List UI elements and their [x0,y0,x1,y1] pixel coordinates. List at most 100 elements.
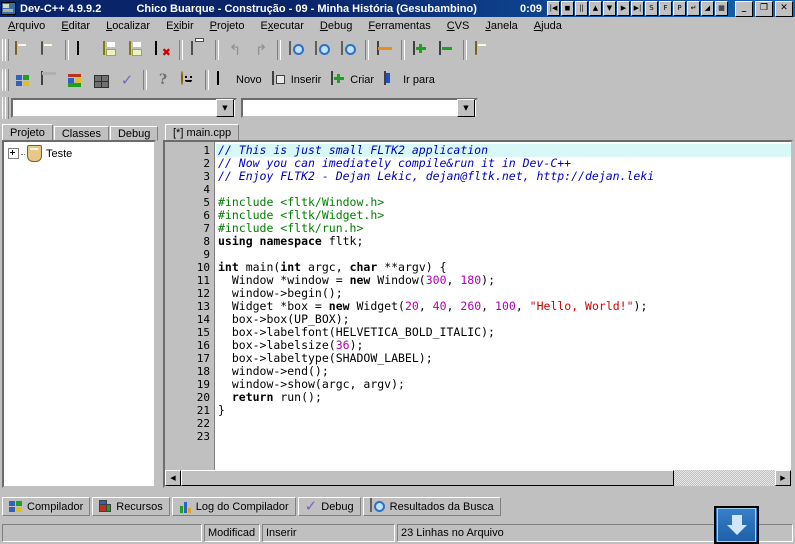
code-token: "Hello, World!" [529,299,634,313]
add-to-project-button[interactable] [409,39,433,62]
help-button[interactable]: ? [151,69,175,92]
menu-debug[interactable]: Debug [312,18,360,34]
skin-button[interactable]: ◢ [701,1,714,16]
toolbar-grip[interactable] [1,68,9,92]
class-browser-combo[interactable]: ▼ [11,98,237,118]
create-button-label: Criar [350,74,375,86]
combo-grip[interactable] [1,96,9,120]
pause-button[interactable]: || [575,1,588,16]
compile-button[interactable] [11,69,35,92]
find-next-button[interactable] [311,39,335,62]
code-line[interactable] [216,417,791,430]
stop-button[interactable]: ◼ [561,1,574,16]
scrollbar-thumb[interactable] [181,470,675,486]
menu-executar[interactable]: Executar [252,18,311,34]
chevron-down-icon[interactable]: ▼ [457,99,475,117]
goto-button[interactable]: Ir para [380,69,439,92]
menu-cvs[interactable]: CVS [439,18,478,34]
code-line[interactable]: } [216,404,791,417]
editor-horizontal-scrollbar[interactable]: ◀ ▶ [165,470,791,486]
syntax-check-button[interactable]: ✓ [115,69,139,92]
equalizer-button[interactable]: ▦ [715,1,728,16]
redo-button[interactable]: ↱ [249,39,273,62]
find-button[interactable] [285,39,309,62]
prev-track-button[interactable]: |◀ [547,1,560,16]
bottom-tab-recursos[interactable]: Recursos [92,497,170,516]
repeat-button[interactable]: ↵ [687,1,700,16]
chevron-down-icon[interactable]: ▼ [216,99,234,117]
bottom-tab-compilador[interactable]: Compilador [2,497,91,516]
toolbar-grip[interactable] [1,38,9,62]
scrollbar-track[interactable] [181,470,775,486]
new-button[interactable]: Novo [213,69,266,92]
tree-node-label: Teste [46,147,73,160]
bottom-tab-debug[interactable]: ✓ Debug [297,497,361,516]
play-button[interactable]: ▶ [617,1,630,16]
menu-projeto[interactable]: Projeto [202,18,253,34]
replace-button[interactable] [337,39,361,62]
line-number: 23 [196,430,210,443]
code-token: 100 [495,299,516,313]
print-button[interactable] [187,39,211,62]
bottom-tab-resultados-da-busca[interactable]: Resultados da Busca [362,497,501,516]
playlist-button[interactable]: P [673,1,686,16]
volume-up-button[interactable]: ▲ [589,1,602,16]
line-number: 19 [196,378,210,391]
download-widget[interactable] [714,506,759,544]
fade-button[interactable]: F [659,1,672,16]
undo-button[interactable]: ↰ [223,39,247,62]
close-button[interactable]: ✕ [775,0,793,17]
new-project-button[interactable] [11,39,35,62]
code-token: ); [481,273,496,287]
code-token: box->labelsize( [218,338,336,352]
menu-ferramentas[interactable]: Ferramentas [360,18,438,34]
close-file-button[interactable]: ✖ [151,39,175,62]
code-line[interactable] [216,430,791,443]
menu-ajuda[interactable]: Ajuda [526,18,570,34]
rebuild-all-button[interactable] [89,69,113,92]
scroll-left-button[interactable]: ◀ [165,470,181,486]
menu-bar: Arquivo Editar Localizar Exibir Projeto Execu… [0,17,795,35]
code-token: argc, [301,260,350,274]
code-editor[interactable]: 1 2 3 4 5 6 7 8 9 10 11 12 13 14 15 16 17 18 19 20 21 22 23 //… [163,140,793,488]
line-number: 17 [196,352,210,365]
tab-debug[interactable]: Debug [109,126,159,141]
bottom-tab-log-do-compilador[interactable]: Log do Compilador [171,497,296,516]
tree-node[interactable]: Teste [4,142,154,162]
menu-janela[interactable]: Janela [477,18,525,34]
scroll-right-button[interactable]: ▶ [775,470,791,486]
status-cursor [2,524,202,542]
create-button[interactable]: Criar [327,69,378,92]
save-button[interactable] [99,39,123,62]
new-file-button[interactable] [73,39,97,62]
code-line[interactable]: using namespace fltk; [216,235,791,248]
code-line[interactable]: return run(); [216,391,791,404]
minimize-button[interactable]: _ [735,0,753,17]
goto-line-button[interactable] [373,39,397,62]
open-project-button[interactable] [37,39,61,62]
project-options-button[interactable] [471,39,495,62]
menu-arquivo[interactable]: Arquivo [0,18,53,34]
save-all-button[interactable] [125,39,149,62]
remove-from-project-button[interactable] [435,39,459,62]
member-browser-combo[interactable]: ▼ [241,98,478,118]
expand-plus-icon[interactable] [8,148,19,159]
status-insert-mode: Inserir [262,524,395,542]
menu-editar[interactable]: Editar [53,18,98,34]
tab-projeto[interactable]: Projeto [2,124,53,141]
about-button[interactable] [177,69,201,92]
code-line[interactable]: // Enjoy FLTK2 - Dejan Lekic, dejan@fltk… [216,170,791,183]
insert-button[interactable]: Inserir [268,69,326,92]
project-tree-panel[interactable]: Teste [2,140,156,488]
next-track-button[interactable]: ▶| [631,1,644,16]
tab-classes[interactable]: Classes [53,126,109,141]
run-button[interactable] [37,69,61,92]
code-text-area[interactable]: // This is just small FLTK2 application /… [216,142,791,486]
compile-and-run-button[interactable] [63,69,87,92]
shuffle-button[interactable]: S [645,1,658,16]
menu-localizar[interactable]: Localizar [98,18,158,34]
restore-button[interactable]: ❐ [755,0,773,17]
volume-down-button[interactable]: ▼ [603,1,616,16]
menu-exibir[interactable]: Exibir [158,18,202,34]
editor-tab-main-cpp[interactable]: [*] main.cpp [165,124,240,141]
